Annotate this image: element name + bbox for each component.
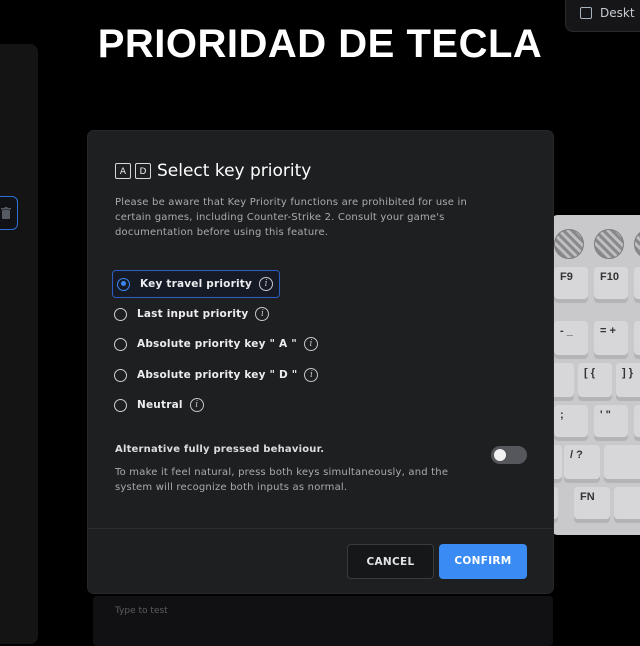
dialog-header: A D Select key priority bbox=[115, 161, 311, 181]
confirm-button[interactable]: CONFIRM bbox=[439, 544, 527, 579]
info-icon[interactable]: i bbox=[303, 337, 318, 351]
option-last-input-priority[interactable]: Last input priority i bbox=[114, 301, 270, 327]
alternative-behaviour-description: To make it feel natural, press both keys… bbox=[115, 467, 449, 493]
option-label: Neutral bbox=[137, 399, 183, 411]
radio-selected-icon[interactable] bbox=[117, 277, 130, 291]
key-priority-dialog: A D Select key priority Please be aware … bbox=[88, 131, 553, 593]
warning-text: Please be aware that Key Priority functi… bbox=[115, 197, 468, 238]
key-f10: F10 bbox=[594, 267, 628, 303]
radio-icon[interactable] bbox=[114, 368, 127, 382]
knob bbox=[554, 229, 584, 259]
radio-icon[interactable] bbox=[114, 398, 127, 412]
dialog-title: Select key priority bbox=[157, 161, 312, 181]
key-blank bbox=[550, 363, 574, 401]
knob bbox=[634, 229, 640, 259]
desktop-icon bbox=[580, 7, 592, 19]
radio-icon[interactable] bbox=[114, 307, 127, 321]
key-slash: / ? bbox=[564, 445, 600, 483]
info-icon[interactable]: i bbox=[259, 277, 274, 291]
trash-icon bbox=[1, 204, 11, 223]
left-side-panel bbox=[0, 44, 38, 644]
key-fn: FN bbox=[574, 487, 610, 523]
info-icon[interactable]: i bbox=[255, 307, 270, 321]
key-f9: F9 bbox=[554, 267, 588, 303]
type-to-test-input[interactable]: Type to test bbox=[115, 606, 168, 616]
key-blank bbox=[614, 487, 640, 523]
key-close-bracket: ] } bbox=[616, 363, 640, 401]
option-label: Absolute priority key " A " bbox=[137, 338, 297, 350]
delete-button[interactable] bbox=[0, 196, 18, 230]
option-neutral[interactable]: Neutral i bbox=[114, 392, 204, 418]
info-icon[interactable]: i bbox=[304, 368, 319, 382]
page-title: PRIORIDAD DE TECLA bbox=[97, 22, 543, 66]
key-open-bracket: [ { bbox=[578, 363, 612, 401]
desktop-label: Deskt bbox=[600, 6, 635, 20]
key-semicolon: ; bbox=[554, 405, 588, 441]
option-label: Last input priority bbox=[137, 308, 249, 320]
keyboard-image: F9 F10 - _ = + [ { ] } ; ' " / ? FN bbox=[550, 215, 640, 535]
key-blank bbox=[604, 445, 640, 483]
alternative-behaviour-toggle[interactable] bbox=[491, 446, 527, 464]
dialog-divider bbox=[88, 528, 553, 529]
option-key-travel-priority[interactable]: Key travel priority i bbox=[112, 270, 281, 298]
info-icon[interactable]: i bbox=[189, 398, 204, 412]
test-input-panel bbox=[93, 596, 553, 646]
keycap-a-icon: A bbox=[115, 163, 131, 179]
keycap-d-icon: D bbox=[135, 163, 151, 179]
alternative-behaviour-title: Alternative fully pressed behaviour. bbox=[115, 444, 325, 455]
key-blank bbox=[634, 405, 640, 441]
key-minus: - _ bbox=[554, 321, 588, 359]
option-label: Key travel priority bbox=[140, 278, 253, 290]
key-blank bbox=[634, 321, 640, 359]
toggle-knob bbox=[494, 449, 506, 461]
option-absolute-priority-d[interactable]: Absolute priority key " D " i bbox=[114, 362, 319, 388]
radio-icon[interactable] bbox=[114, 337, 127, 351]
key-blank bbox=[634, 267, 640, 303]
option-absolute-priority-a[interactable]: Absolute priority key " A " i bbox=[114, 331, 318, 357]
option-label: Absolute priority key " D " bbox=[137, 369, 298, 381]
key-equals: = + bbox=[594, 321, 628, 359]
cancel-button[interactable]: CANCEL bbox=[347, 544, 434, 579]
key-quote: ' " bbox=[594, 405, 628, 441]
knob bbox=[594, 229, 624, 259]
